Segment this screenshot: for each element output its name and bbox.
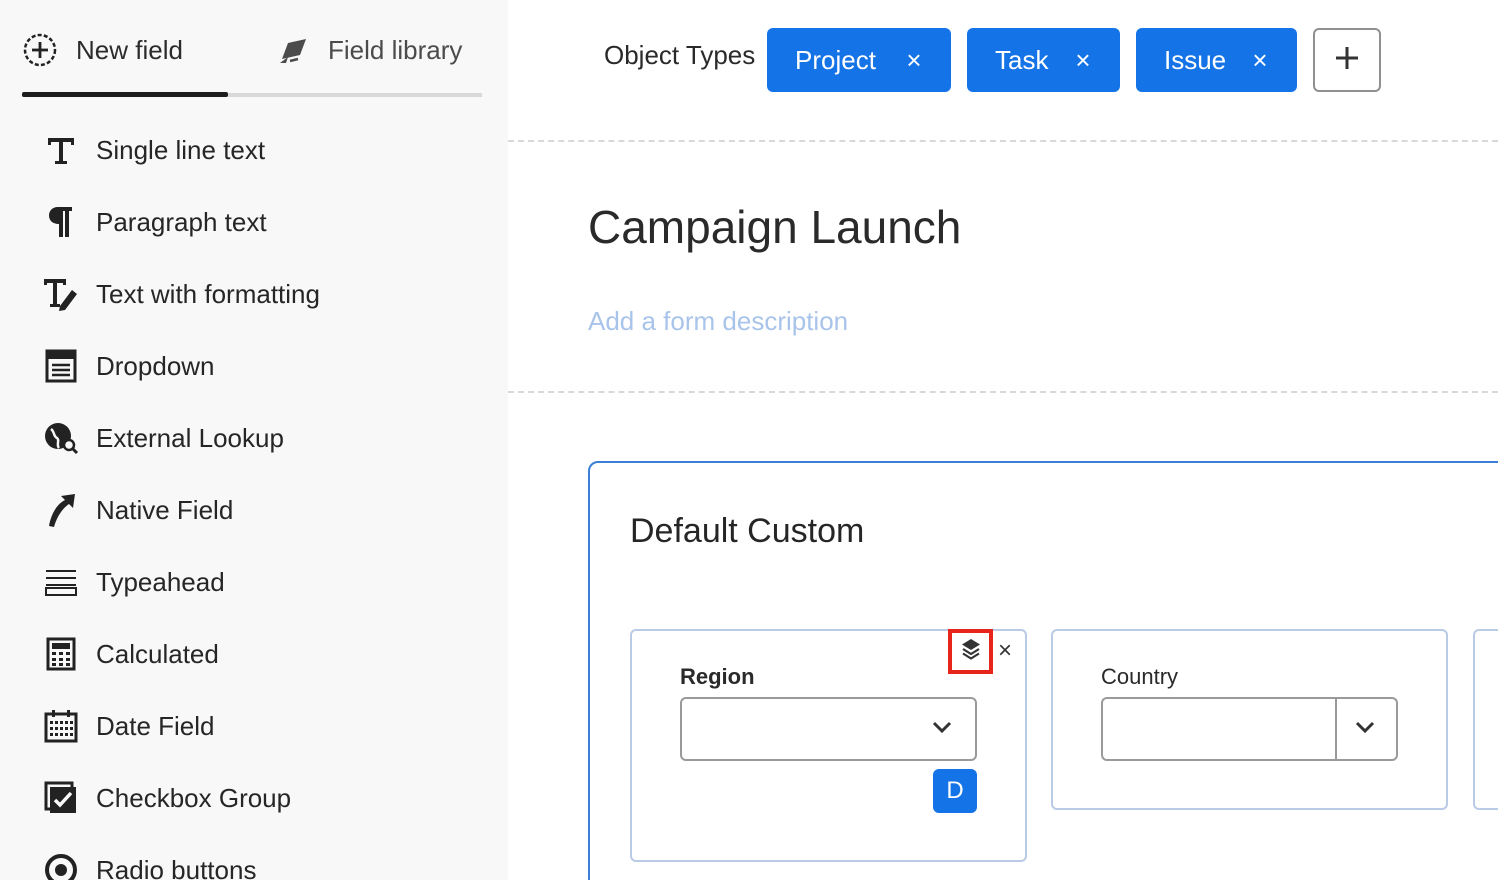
field-card-partial[interactable] [1473, 629, 1498, 810]
add-object-type-button[interactable] [1313, 28, 1381, 92]
country-select[interactable] [1101, 697, 1398, 761]
form-title[interactable]: Campaign Launch [588, 200, 961, 254]
chip-label: Task [995, 44, 1049, 75]
field-sidebar: New field Field library Single line text… [0, 0, 508, 880]
text-formatting-icon [40, 273, 82, 315]
field-layers-button[interactable] [948, 629, 993, 674]
divider [508, 140, 1498, 142]
field-label-region: Region [680, 664, 755, 689]
paragraph-icon [40, 201, 82, 243]
remove-field-icon[interactable]: × [994, 638, 1016, 664]
tab-field-library-label: Field library [328, 34, 463, 65]
field-item-checkbox-group[interactable]: Checkbox Group [40, 763, 480, 833]
object-type-chip-project[interactable]: Project × [767, 28, 951, 92]
field-item-label: External Lookup [96, 422, 284, 453]
chip-label: Issue [1164, 44, 1227, 75]
field-label-country: Country [1101, 664, 1179, 689]
section-title[interactable]: Default Custom [630, 512, 864, 551]
field-item-text-with-formatting[interactable]: Text with formatting [40, 259, 480, 329]
region-select[interactable] [680, 697, 977, 761]
field-item-label: Checkbox Group [96, 782, 292, 813]
field-item-dropdown[interactable]: Dropdown [40, 331, 480, 401]
select-divider [1335, 699, 1337, 759]
text-icon [40, 129, 82, 171]
remove-chip-icon[interactable]: × [1072, 46, 1094, 74]
field-item-native-field[interactable]: Native Field [40, 475, 480, 545]
form-description-input[interactable]: Add a form description [588, 306, 848, 337]
remove-chip-icon[interactable]: × [1249, 46, 1271, 74]
plus-icon [1333, 44, 1361, 77]
calculator-icon [40, 633, 82, 675]
tab-selected-indicator [22, 92, 228, 97]
chevron-down-icon [931, 719, 953, 740]
globe-search-icon [40, 417, 82, 459]
radio-icon [40, 849, 82, 880]
calendar-icon [40, 705, 82, 747]
field-item-typeahead[interactable]: Typeahead [40, 547, 480, 617]
remove-chip-icon[interactable]: × [903, 46, 925, 74]
field-item-label: Typeahead [96, 566, 225, 597]
chevron-down-icon [1354, 719, 1376, 740]
field-item-label: Calculated [96, 638, 219, 669]
object-type-chip-issue[interactable]: Issue × [1136, 28, 1297, 92]
field-item-radio-buttons[interactable]: Radio buttons [40, 835, 480, 880]
object-types-label: Object Types [604, 40, 756, 70]
object-type-chip-task[interactable]: Task × [967, 28, 1120, 92]
tab-new-field-label: New field [76, 34, 183, 65]
tab-new-field[interactable]: New field [22, 28, 183, 72]
field-item-label: Radio buttons [96, 854, 257, 880]
field-item-label: Date Field [96, 710, 215, 741]
tab-field-library[interactable]: Field library [276, 28, 462, 72]
dropdown-icon [40, 345, 82, 387]
field-item-label: Native Field [96, 494, 234, 525]
field-item-paragraph-text[interactable]: Paragraph text [40, 187, 480, 257]
field-item-calculated[interactable]: Calculated [40, 619, 480, 689]
layers-icon [959, 637, 983, 666]
divider [508, 391, 1498, 393]
field-item-date-field[interactable]: Date Field [40, 691, 480, 761]
field-item-label: Text with formatting [96, 278, 320, 309]
field-library-icon [276, 33, 310, 67]
typeahead-icon [40, 561, 82, 603]
chip-label: Project [795, 44, 876, 75]
field-item-label: Single line text [96, 134, 266, 165]
field-item-label: Dropdown [96, 350, 215, 381]
field-item-single-line-text[interactable]: Single line text [40, 115, 480, 185]
field-badge[interactable]: D [933, 769, 977, 813]
field-item-external-lookup[interactable]: External Lookup [40, 403, 480, 473]
native-field-icon [40, 489, 82, 531]
add-circle-icon [22, 32, 58, 68]
field-item-label: Paragraph text [96, 206, 267, 237]
checkbox-icon [40, 777, 82, 819]
